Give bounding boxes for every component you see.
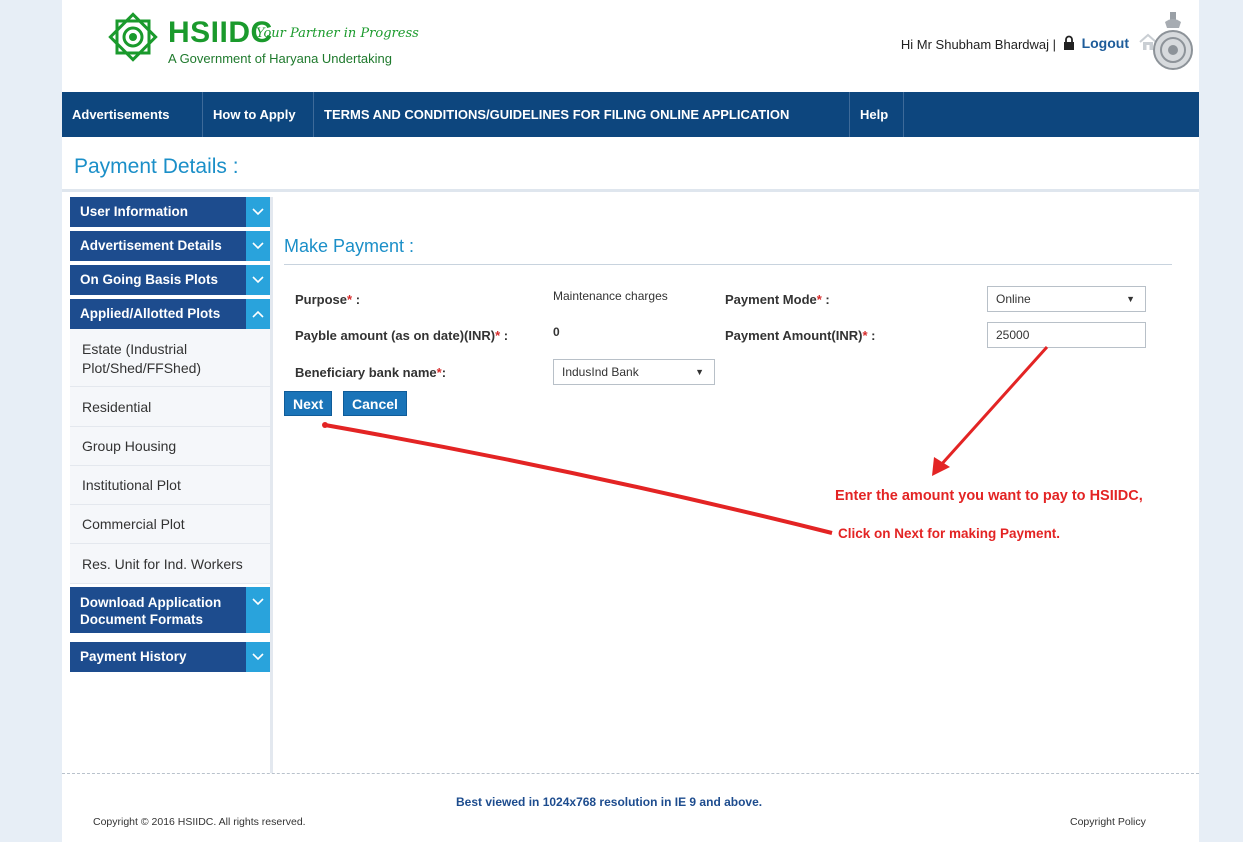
annotation-click-next: Click on Next for making Payment. — [838, 526, 1061, 541]
sidebar-head-line: Document Formats — [80, 612, 204, 627]
sidebar-item-group-housing[interactable]: Group Housing — [70, 427, 270, 466]
label-text: Purpose — [295, 292, 348, 307]
sidebar-item-commercial-plot[interactable]: Commercial Plot — [70, 505, 270, 544]
sidebar-user-information[interactable]: User Information — [70, 197, 270, 227]
label-text: Beneficiary bank name — [295, 365, 437, 380]
logo-tagline: Your Partner in Progress — [256, 26, 419, 41]
payment-amount-label: Payment Amount(INR)* : — [725, 328, 875, 343]
purpose-label: Purpose* : — [295, 292, 360, 307]
sidebar-advertisement-details[interactable]: Advertisement Details — [70, 231, 270, 261]
dropdown-arrow-icon: ▼ — [1126, 294, 1135, 304]
user-greeting: Hi Mr Shubham Bhardwaj | — [900, 37, 1056, 52]
label-colon: : — [352, 292, 361, 307]
chevron-down-icon — [246, 197, 270, 227]
payable-amount-value: 0 — [553, 325, 560, 339]
nav-how-to-apply[interactable]: How to Apply — [203, 92, 314, 137]
label-colon: : — [441, 365, 447, 380]
select-value: Online — [996, 292, 1031, 306]
haryana-emblem-icon — [1153, 12, 1193, 70]
nav-terms-guidelines[interactable]: TERMS AND CONDITIONS/GUIDELINES FOR FILI… — [314, 92, 850, 137]
cancel-button[interactable]: Cancel — [343, 391, 407, 416]
sidebar-payment-history[interactable]: Payment History — [70, 642, 270, 672]
sidebar-head-label: Applied/Allotted Plots — [80, 306, 221, 321]
beneficiary-bank-select[interactable]: IndusInd Bank ▼ — [553, 359, 715, 385]
logout-link[interactable]: Logout — [1082, 35, 1129, 51]
header: HSIIDC Your Partner in Progress A Govern… — [62, 0, 1199, 92]
footer-best-viewed: Best viewed in 1024x768 resolution in IE… — [456, 795, 763, 809]
sidebar-head-label: Advertisement Details — [80, 238, 222, 253]
lock-icon — [1064, 35, 1074, 50]
label-text: Payble amount (as on date)(INR) — [295, 328, 496, 343]
sidebar: User Information Advertisement Details O… — [70, 197, 270, 773]
payment-mode-select[interactable]: Online ▼ — [987, 286, 1146, 312]
footer-copyright: Copyright © 2016 HSIIDC. All rights rese… — [93, 816, 306, 828]
make-payment-title: Make Payment : — [284, 236, 415, 256]
main-nav: Advertisements How to Apply TERMS AND CO… — [62, 92, 1199, 137]
dropdown-arrow-icon: ▼ — [695, 367, 704, 377]
purpose-value: Maintenance charges — [553, 289, 668, 303]
page: HSIIDC Your Partner in Progress A Govern… — [62, 0, 1199, 842]
sidebar-item-label: Estate (Industrial — [82, 341, 188, 357]
page-title: Payment Details : — [74, 155, 239, 178]
sidebar-item-res-unit[interactable]: Res. Unit for Ind. Workers — [70, 544, 270, 584]
label-text: Payment Mode — [725, 292, 817, 307]
sidebar-head-label: On Going Basis Plots — [80, 272, 219, 287]
next-button[interactable]: Next — [284, 391, 333, 416]
sidebar-head-label: Payment History — [80, 649, 187, 664]
chevron-down-icon — [246, 587, 270, 633]
payment-amount-input[interactable]: 25000 — [987, 322, 1146, 348]
sidebar-download-application[interactable]: Download Application Document Formats — [70, 587, 270, 633]
sidebar-item-residential[interactable]: Residential — [70, 387, 270, 427]
sidebar-on-going-basis-plots[interactable]: On Going Basis Plots — [70, 265, 270, 295]
payment-mode-label: Payment Mode* : — [725, 292, 830, 307]
logo-subtitle: A Government of Haryana Undertaking — [168, 51, 393, 66]
payable-amount-label: Payble amount (as on date)(INR)* : — [295, 328, 508, 343]
label-colon: : — [500, 328, 509, 343]
annotation-enter-amount: Enter the amount you want to pay to HSII… — [835, 488, 1143, 504]
footer-copyright-policy-link[interactable]: Copyright Policy — [1070, 816, 1146, 828]
label-colon: : — [867, 328, 876, 343]
sidebar-head-line: Download Application — [80, 595, 222, 610]
chevron-down-icon — [246, 231, 270, 261]
nav-advertisements[interactable]: Advertisements — [62, 92, 203, 137]
chevron-up-icon — [246, 299, 270, 329]
sidebar-head-label: Download Application Document Formats — [80, 594, 221, 628]
title-band: Payment Details : — [62, 137, 1199, 192]
nav-help[interactable]: Help — [850, 92, 904, 137]
label-text: Payment Amount(INR) — [725, 328, 863, 343]
sidebar-item-estate[interactable]: Estate (Industrial Plot/Shed/FFShed) — [70, 329, 270, 387]
hsiidc-logo-icon — [108, 12, 158, 62]
footer-divider — [62, 773, 1199, 774]
label-colon: : — [821, 292, 830, 307]
sidebar-divider — [270, 197, 273, 773]
beneficiary-bank-label: Beneficiary bank name*: — [295, 365, 446, 380]
select-value: IndusInd Bank — [562, 365, 639, 379]
chevron-down-icon — [246, 265, 270, 295]
sidebar-item-label: Plot/Shed/FFShed) — [82, 360, 202, 376]
sidebar-head-label: User Information — [80, 204, 189, 219]
section-divider — [284, 264, 1172, 265]
sidebar-applied-allotted-plots[interactable]: Applied/Allotted Plots — [70, 299, 270, 329]
sidebar-item-institutional-plot[interactable]: Institutional Plot — [70, 466, 270, 505]
chevron-down-icon — [246, 642, 270, 672]
